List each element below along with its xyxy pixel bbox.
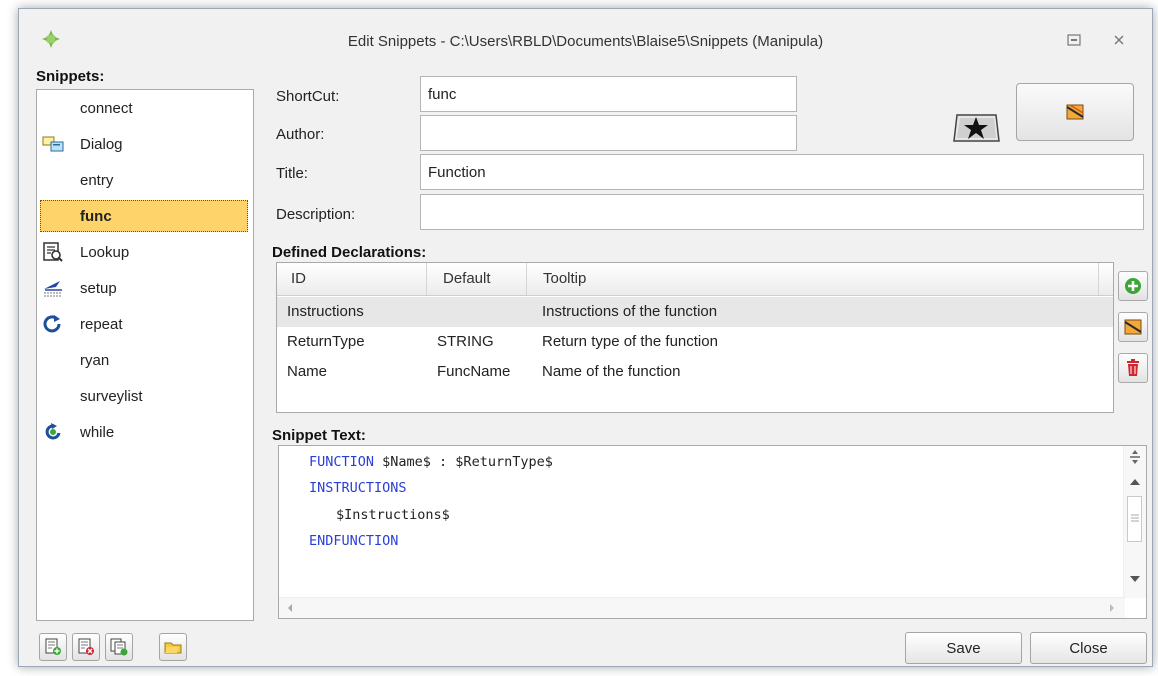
add-document-icon bbox=[45, 638, 61, 655]
grid-header: ID Default Tooltip bbox=[277, 263, 1113, 296]
delete-snippet-button[interactable] bbox=[72, 633, 100, 661]
edit-icon bbox=[1124, 319, 1142, 335]
snippet-item-label: Lookup bbox=[80, 244, 130, 261]
snippet-item-label: while bbox=[80, 424, 115, 441]
code-line-2: INSTRUCTIONS bbox=[309, 480, 407, 496]
snippet-text-label: Snippet Text: bbox=[272, 427, 366, 444]
snippet-item-label: func bbox=[80, 208, 112, 225]
cell-id: ReturnType bbox=[287, 333, 365, 350]
star-icon[interactable] bbox=[952, 113, 1000, 143]
shortcut-field[interactable]: func bbox=[420, 76, 797, 112]
add-icon bbox=[1125, 278, 1141, 294]
grip-icon bbox=[1131, 514, 1139, 522]
setup-icon bbox=[44, 281, 62, 297]
cell-tooltip: Return type of the function bbox=[542, 333, 718, 350]
repeat-icon bbox=[43, 315, 61, 333]
declarations-label: Defined Declarations: bbox=[272, 244, 427, 261]
snippet-item-while[interactable]: while bbox=[40, 416, 248, 448]
snippet-item-label: surveylist bbox=[80, 388, 143, 405]
snippet-item-label: setup bbox=[80, 280, 117, 297]
snippet-item-entry[interactable]: entry bbox=[40, 164, 248, 196]
scroll-right-icon[interactable] bbox=[1109, 603, 1115, 613]
scroll-left-icon[interactable] bbox=[287, 603, 293, 613]
description-label: Description: bbox=[276, 206, 356, 223]
code-keyword: FUNCTION bbox=[309, 454, 375, 470]
snippets-label: Snippets: bbox=[36, 68, 105, 85]
snippet-item-label: connect bbox=[80, 100, 133, 117]
scroll-down-icon[interactable] bbox=[1129, 575, 1141, 583]
snippet-icon-button[interactable] bbox=[1016, 83, 1134, 141]
folder-icon bbox=[164, 642, 182, 654]
snippet-text-editor[interactable]: FUNCTION $Name$ : $ReturnType$ INSTRUCTI… bbox=[278, 445, 1147, 619]
delete-document-icon bbox=[78, 638, 94, 655]
restore-button[interactable] bbox=[1062, 29, 1086, 51]
vertical-scrollbar[interactable] bbox=[1123, 446, 1146, 598]
add-declaration-button[interactable] bbox=[1118, 271, 1148, 301]
code-line-1: FUNCTION $Name$ : $ReturnType$ bbox=[309, 454, 553, 470]
trash-icon bbox=[1127, 359, 1139, 376]
while-icon bbox=[45, 423, 61, 440]
cell-default: STRING bbox=[437, 333, 494, 350]
cell-id: Instructions bbox=[287, 303, 364, 320]
save-button[interactable]: Save bbox=[905, 632, 1022, 664]
horizontal-scrollbar[interactable] bbox=[279, 597, 1125, 618]
picture-icon bbox=[1066, 104, 1084, 120]
dialog-icon bbox=[42, 136, 64, 152]
code-line-4: ENDFUNCTION bbox=[309, 533, 399, 549]
shortcut-label: ShortCut: bbox=[276, 88, 340, 105]
snippet-item-surveylist[interactable]: surveylist bbox=[40, 380, 248, 412]
title-bar: Edit Snippets - C:\Users\RBLD\Documents\… bbox=[19, 9, 1152, 71]
restore-icon bbox=[1067, 34, 1081, 46]
snippet-item-label: repeat bbox=[80, 316, 123, 333]
snippet-item-label: ryan bbox=[80, 352, 110, 369]
snippet-item-ryan[interactable]: ryan bbox=[40, 344, 248, 376]
add-snippet-button[interactable] bbox=[39, 633, 67, 661]
folder-button[interactable] bbox=[159, 633, 187, 661]
author-label: Author: bbox=[276, 126, 325, 143]
code-text: $Name$ : $ReturnType$ bbox=[374, 454, 553, 470]
title-field[interactable]: Function bbox=[420, 154, 1144, 190]
snippets-list[interactable]: connect Dialog entry func Lookup setup r… bbox=[36, 89, 254, 621]
snippet-item-label: Dialog bbox=[80, 136, 123, 153]
lookup-icon bbox=[43, 242, 63, 262]
snippet-item-connect[interactable]: connect bbox=[40, 92, 248, 124]
declarations-grid[interactable]: ID Default Tooltip Instructions Instruct… bbox=[276, 262, 1114, 413]
cell-tooltip: Name of the function bbox=[542, 363, 681, 380]
snippet-item-repeat[interactable]: repeat bbox=[40, 308, 248, 340]
snippet-item-setup[interactable]: setup bbox=[40, 272, 248, 304]
cell-tooltip: Instructions of the function bbox=[542, 303, 718, 320]
close-button[interactable]: Close bbox=[1030, 632, 1147, 664]
snippet-item-func[interactable]: func bbox=[40, 200, 248, 232]
snippet-item-label: entry bbox=[80, 172, 114, 189]
close-icon bbox=[1114, 35, 1124, 45]
split-icon bbox=[1130, 450, 1140, 464]
column-header-tooltip[interactable]: Tooltip bbox=[527, 263, 1099, 295]
copy-document-icon bbox=[110, 638, 128, 656]
column-header-id[interactable]: ID bbox=[277, 263, 427, 295]
edit-snippets-window: Edit Snippets - C:\Users\RBLD\Documents\… bbox=[18, 8, 1153, 667]
copy-snippet-button[interactable] bbox=[105, 633, 133, 661]
description-field[interactable] bbox=[420, 194, 1144, 230]
scroll-up-icon[interactable] bbox=[1129, 478, 1141, 486]
window-title: Edit Snippets - C:\Users\RBLD\Documents\… bbox=[347, 33, 824, 50]
table-row[interactable]: Name FuncName Name of the function bbox=[277, 357, 1113, 387]
scroll-thumb[interactable] bbox=[1127, 496, 1142, 542]
cell-id: Name bbox=[287, 363, 328, 380]
column-header-default[interactable]: Default bbox=[427, 263, 527, 295]
cell-default: FuncName bbox=[437, 363, 511, 380]
title-label: Title: bbox=[276, 165, 308, 182]
snippet-item-dialog[interactable]: Dialog bbox=[40, 128, 248, 160]
table-row[interactable]: Instructions Instructions of the functio… bbox=[277, 297, 1113, 327]
close-window-button[interactable] bbox=[1107, 29, 1131, 51]
delete-declaration-button[interactable] bbox=[1118, 353, 1148, 383]
edit-declaration-button[interactable] bbox=[1118, 312, 1148, 342]
author-field[interactable] bbox=[420, 115, 797, 151]
code-line-3: $Instructions$ bbox=[336, 507, 450, 523]
snippet-item-lookup[interactable]: Lookup bbox=[40, 236, 248, 268]
table-row[interactable]: ReturnType STRING Return type of the fun… bbox=[277, 327, 1113, 357]
